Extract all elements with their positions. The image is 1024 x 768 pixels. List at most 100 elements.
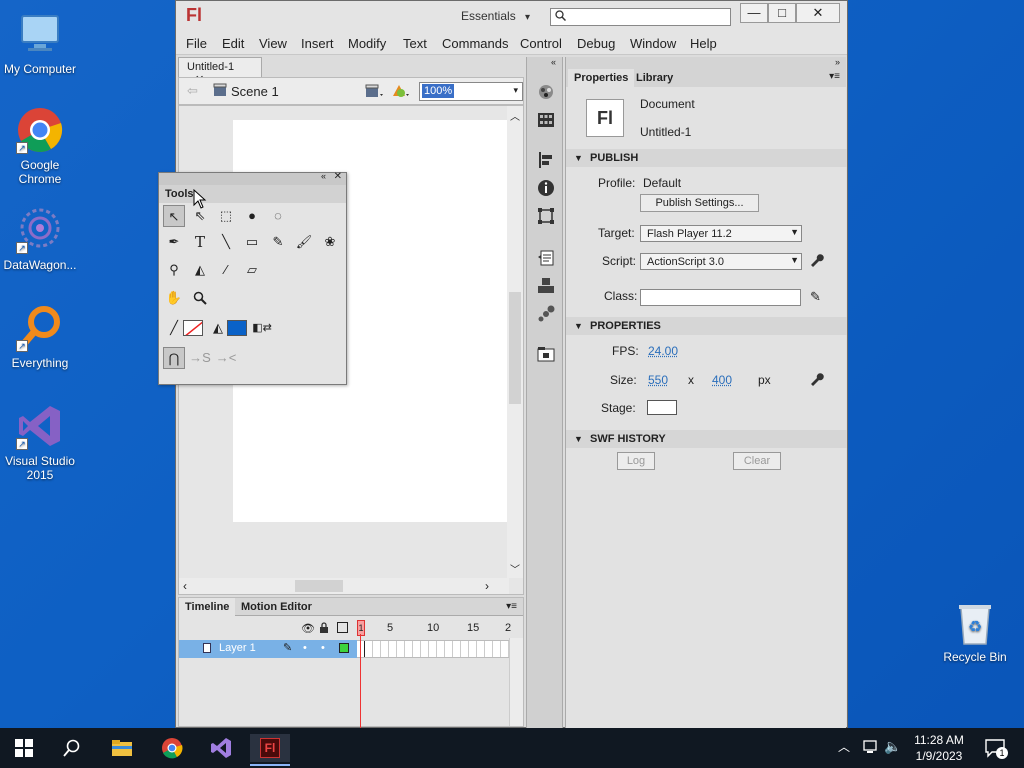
menu-help[interactable]: Help bbox=[690, 36, 717, 51]
menu-edit[interactable]: Edit bbox=[222, 36, 244, 51]
vertical-scroll-thumb[interactable] bbox=[509, 292, 521, 404]
hand-tool-icon[interactable]: ✋ bbox=[163, 287, 185, 309]
horizontal-scrollbar[interactable]: ‹ › bbox=[179, 578, 509, 594]
menu-commands[interactable]: Commands bbox=[442, 36, 508, 51]
target-select[interactable]: Flash Player 11.2 ▼ bbox=[640, 225, 802, 242]
close-button[interactable]: ✕ bbox=[796, 3, 840, 23]
tab-timeline[interactable]: Timeline bbox=[179, 598, 236, 616]
menu-window[interactable]: Window bbox=[630, 36, 676, 51]
desktop-icon-datawagon[interactable]: ↗ DataWagon... bbox=[0, 206, 80, 272]
code-snippets-icon[interactable] bbox=[537, 249, 555, 267]
volume-icon[interactable]: 🔈 bbox=[884, 738, 901, 755]
panel-menu-icon[interactable]: ▾≡ bbox=[506, 601, 517, 612]
eraser-tool-icon[interactable]: ▱ bbox=[241, 259, 263, 281]
desktop-icon-google-chrome[interactable]: ↗ Google Chrome bbox=[0, 106, 80, 186]
network-icon[interactable] bbox=[862, 739, 878, 758]
keyframe[interactable] bbox=[357, 641, 365, 657]
playhead[interactable]: 1 bbox=[357, 620, 365, 636]
panel-menu-icon[interactable]: ▾≡ bbox=[829, 71, 840, 82]
taskbar-flash[interactable]: Fl bbox=[250, 734, 290, 762]
properties-section-header[interactable]: ▼ PROPERTIES bbox=[566, 317, 847, 335]
workspace-switcher[interactable]: Essentials ▾ bbox=[461, 9, 530, 23]
menu-debug[interactable]: Debug bbox=[577, 36, 615, 51]
zoom-select[interactable]: 100% ▾ bbox=[419, 82, 523, 101]
class-input[interactable] bbox=[640, 289, 801, 306]
tab-library[interactable]: Library bbox=[630, 69, 679, 87]
transform-icon[interactable] bbox=[537, 207, 555, 225]
eye-icon[interactable]: 👁 bbox=[301, 622, 315, 635]
desktop-icon-visual-studio[interactable]: ↗ Visual Studio 2015 bbox=[0, 402, 80, 482]
line-tool-icon[interactable]: ╲ bbox=[215, 231, 237, 253]
components-icon[interactable] bbox=[537, 277, 555, 295]
subselection-tool-icon[interactable]: ⇖ bbox=[189, 205, 211, 227]
info-icon[interactable] bbox=[537, 179, 555, 197]
expand-icon[interactable]: » bbox=[835, 57, 840, 67]
log-button[interactable]: Log bbox=[617, 452, 655, 470]
wrench-icon[interactable] bbox=[810, 373, 824, 390]
outline-color-swatch[interactable] bbox=[339, 643, 349, 653]
swatches-icon[interactable] bbox=[537, 111, 555, 129]
frame-cells[interactable] bbox=[357, 640, 509, 658]
tab-properties[interactable]: Properties bbox=[568, 69, 635, 87]
timeline-vscroll[interactable] bbox=[509, 638, 523, 726]
edit-symbols-icon[interactable] bbox=[391, 82, 411, 103]
bone-tool-icon[interactable]: ⚲ bbox=[163, 259, 185, 281]
fill-color-swatch[interactable] bbox=[227, 320, 247, 336]
pen-tool-icon[interactable]: ✒ bbox=[163, 231, 185, 253]
tab-motion-editor[interactable]: Motion Editor bbox=[235, 598, 318, 616]
menu-text[interactable]: Text bbox=[403, 36, 427, 51]
close-icon[interactable]: ✕ bbox=[334, 171, 342, 182]
fps-value[interactable]: 24.00 bbox=[648, 344, 678, 358]
motion-presets-icon[interactable] bbox=[537, 305, 555, 323]
text-tool-icon[interactable]: T bbox=[189, 231, 211, 253]
horizontal-scroll-thumb[interactable] bbox=[295, 580, 343, 592]
color-panel-icon[interactable] bbox=[537, 83, 555, 101]
menu-view[interactable]: View bbox=[259, 36, 287, 51]
collapse-icon[interactable]: « bbox=[551, 57, 556, 67]
wrench-icon[interactable] bbox=[810, 254, 824, 271]
desktop-icon-everything[interactable]: ↗ Everything bbox=[0, 304, 80, 370]
start-button[interactable] bbox=[4, 734, 44, 762]
swf-history-section-header[interactable]: ▼ SWF HISTORY bbox=[566, 430, 847, 448]
align-icon[interactable] bbox=[537, 151, 555, 169]
script-select[interactable]: ActionScript 3.0 ▼ bbox=[640, 253, 802, 270]
stage-height-value[interactable]: 400 bbox=[712, 373, 732, 387]
menu-control[interactable]: Control bbox=[520, 36, 562, 51]
stage-width-value[interactable]: 550 bbox=[648, 373, 668, 387]
desktop-icon-my-computer[interactable]: My Computer bbox=[0, 10, 80, 76]
menu-insert[interactable]: Insert bbox=[301, 36, 334, 51]
straighten-icon[interactable]: →< bbox=[215, 347, 237, 369]
taskbar-visual-studio[interactable] bbox=[201, 734, 241, 762]
document-tab[interactable]: Untitled-1 ✕ bbox=[178, 57, 262, 86]
collapse-icon[interactable]: « bbox=[321, 171, 326, 181]
maximize-button[interactable]: □ bbox=[768, 3, 796, 23]
lock-icon[interactable] bbox=[319, 622, 329, 636]
scroll-up-arrow-icon[interactable]: ︿ bbox=[510, 108, 520, 123]
pencil-tool-icon[interactable]: ✎ bbox=[267, 231, 289, 253]
scroll-left-arrow-icon[interactable]: ‹ bbox=[183, 579, 187, 593]
taskbar-chrome[interactable] bbox=[152, 734, 192, 762]
system-clock[interactable]: 11:28 AM 1/9/2023 bbox=[906, 732, 972, 764]
search-button[interactable] bbox=[52, 734, 92, 762]
swap-colors-icon[interactable]: ◧⇄ bbox=[251, 317, 273, 339]
publish-section-header[interactable]: ▼ PUBLISH bbox=[566, 149, 847, 167]
zoom-tool-icon[interactable] bbox=[189, 287, 211, 309]
taskbar-file-explorer[interactable] bbox=[102, 734, 142, 762]
3d-rotation-tool-icon[interactable]: ● bbox=[241, 205, 263, 227]
back-arrow-icon[interactable]: ⇦ bbox=[187, 83, 198, 99]
lasso-tool-icon[interactable]: ◌ bbox=[267, 205, 289, 227]
outline-icon[interactable] bbox=[337, 622, 348, 633]
rectangle-tool-icon[interactable]: ▭ bbox=[241, 231, 263, 253]
stroke-color-swatch[interactable] bbox=[183, 320, 203, 336]
menu-file[interactable]: File bbox=[186, 36, 207, 51]
project-icon[interactable] bbox=[537, 345, 555, 363]
deco-tool-icon[interactable]: ❀ bbox=[319, 231, 341, 253]
minimize-button[interactable]: — bbox=[740, 3, 768, 23]
brush-tool-icon[interactable]: 🖌 bbox=[293, 231, 315, 253]
tools-panel-grip[interactable]: « ✕ bbox=[159, 171, 346, 185]
scroll-right-arrow-icon[interactable]: › bbox=[485, 579, 489, 593]
edit-scene-icon[interactable] bbox=[365, 83, 385, 102]
paint-bucket-tool-icon[interactable]: ◭ bbox=[189, 259, 211, 281]
layer-row[interactable]: Layer 1 ✎ • • bbox=[179, 640, 357, 658]
free-transform-tool-icon[interactable]: ⬚ bbox=[215, 205, 237, 227]
